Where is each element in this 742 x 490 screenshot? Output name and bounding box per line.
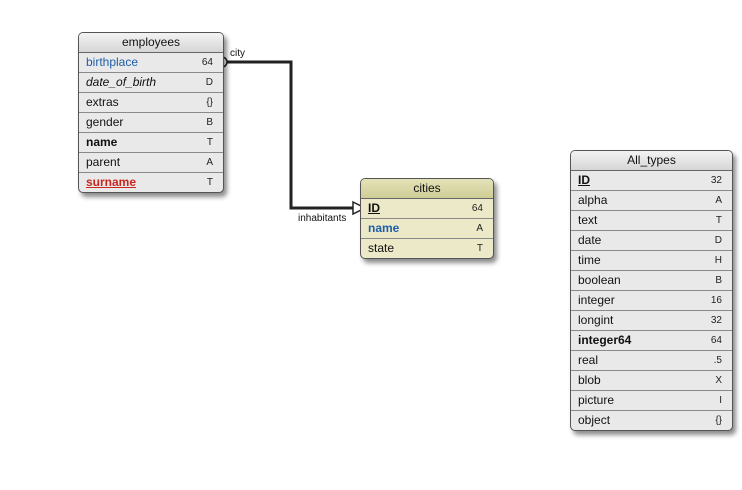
field-row-object[interactable]: object {} — [571, 411, 732, 430]
table-all-types[interactable]: All_types ID 32 alpha A text T date D ti… — [570, 150, 733, 431]
field-type: 32 — [710, 175, 722, 186]
field-row-integer64[interactable]: integer64 64 — [571, 331, 732, 351]
field-row-name[interactable]: name A — [361, 219, 493, 239]
field-name: surname — [86, 175, 137, 189]
field-name: date_of_birth — [86, 75, 157, 89]
field-name: integer — [578, 293, 615, 307]
field-name: extras — [86, 95, 119, 109]
relation-to-label: inhabitants — [298, 213, 347, 224]
field-row-name[interactable]: name T — [79, 133, 223, 153]
field-row-longint[interactable]: longint 32 — [571, 311, 732, 331]
relation-from-label: city — [230, 48, 245, 59]
field-name: ID — [368, 201, 380, 215]
field-row-parent[interactable]: parent A — [79, 153, 223, 173]
table-title[interactable]: cities — [361, 179, 493, 199]
field-name: blob — [578, 373, 601, 387]
field-type: 64 — [471, 203, 483, 214]
field-row-id[interactable]: ID 64 — [361, 199, 493, 219]
field-row-blob[interactable]: blob X — [571, 371, 732, 391]
field-row-picture[interactable]: picture I — [571, 391, 732, 411]
field-row-date[interactable]: date D — [571, 231, 732, 251]
table-employees[interactable]: employees birthplace 64 date_of_birth D … — [78, 32, 224, 193]
table-cities[interactable]: cities ID 64 name A state T — [360, 178, 494, 259]
field-type: B — [206, 117, 213, 128]
field-row-id[interactable]: ID 32 — [571, 171, 732, 191]
field-name: state — [368, 241, 395, 255]
field-type: B — [715, 275, 722, 286]
field-row-extras[interactable]: extras {} — [79, 93, 223, 113]
field-type: 32 — [710, 315, 722, 326]
field-name: picture — [578, 393, 615, 407]
field-name: parent — [86, 155, 121, 169]
field-type: T — [206, 177, 213, 188]
field-name: time — [578, 253, 601, 267]
field-type: D — [714, 235, 722, 246]
field-row-real[interactable]: real .5 — [571, 351, 732, 371]
field-name: longint — [578, 313, 614, 327]
field-type: I — [719, 395, 722, 406]
field-type: A — [476, 223, 483, 234]
relation-line — [226, 60, 354, 210]
field-type: D — [205, 77, 213, 88]
field-name: gender — [86, 115, 124, 129]
field-type: X — [715, 375, 722, 386]
structure-canvas: city inhabitants employees birthplace 64… — [0, 0, 742, 490]
field-name: text — [578, 213, 598, 227]
field-type: T — [206, 137, 213, 148]
field-name: birthplace — [86, 55, 139, 69]
field-type: .5 — [713, 355, 722, 366]
field-name: name — [368, 221, 400, 235]
field-name: real — [578, 353, 599, 367]
field-type: {} — [206, 97, 213, 108]
field-row-state[interactable]: state T — [361, 239, 493, 258]
field-type: 16 — [710, 295, 722, 306]
field-type: A — [206, 157, 213, 168]
field-name: ID — [578, 173, 590, 187]
field-name: integer64 — [578, 333, 632, 347]
field-type: T — [715, 215, 722, 226]
field-name: boolean — [578, 273, 621, 287]
field-type: H — [714, 255, 722, 266]
field-type: A — [715, 195, 722, 206]
field-name: object — [578, 413, 611, 427]
field-row-integer[interactable]: integer 16 — [571, 291, 732, 311]
field-row-text[interactable]: text T — [571, 211, 732, 231]
field-type: 64 — [710, 335, 722, 346]
table-title[interactable]: employees — [79, 33, 223, 53]
field-row-boolean[interactable]: boolean B — [571, 271, 732, 291]
field-row-alpha[interactable]: alpha A — [571, 191, 732, 211]
field-name: name — [86, 135, 118, 149]
table-title[interactable]: All_types — [571, 151, 732, 171]
field-row-time[interactable]: time H — [571, 251, 732, 271]
field-type: 64 — [201, 57, 213, 68]
field-name: alpha — [578, 193, 608, 207]
field-type: T — [476, 243, 483, 254]
field-type: {} — [715, 415, 722, 426]
field-row-surname[interactable]: surname T — [79, 173, 223, 192]
field-row-birthplace[interactable]: birthplace 64 — [79, 53, 223, 73]
field-name: date — [578, 233, 602, 247]
field-row-gender[interactable]: gender B — [79, 113, 223, 133]
field-row-date-of-birth[interactable]: date_of_birth D — [79, 73, 223, 93]
